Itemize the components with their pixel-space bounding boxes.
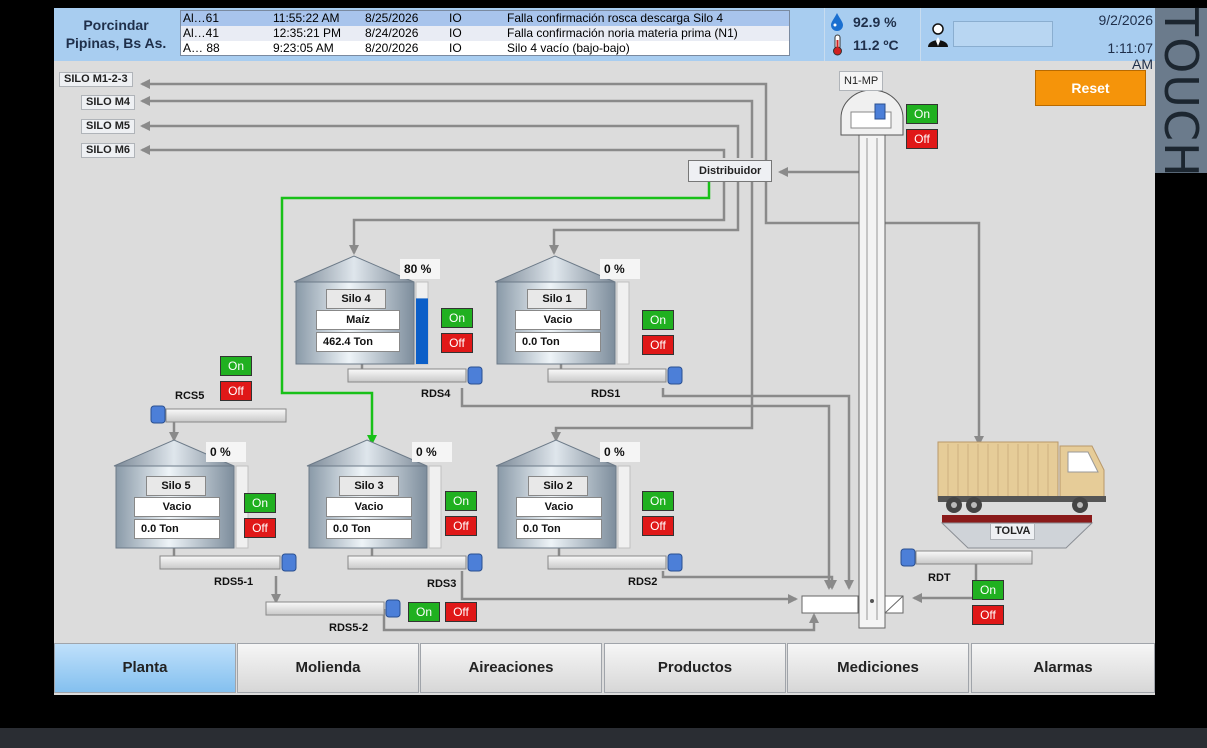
brand-text: TOUCH <box>1154 8 1207 178</box>
distributor[interactable]: Distribuidor <box>688 160 773 182</box>
silo-5-tons: 0.0 Ton <box>134 519 220 539</box>
rds1-label: RDS1 <box>591 388 621 400</box>
nav-alarmas[interactable]: Alarmas <box>971 643 1155 693</box>
brand-strip: TOUCH <box>1154 8 1207 178</box>
silo-4-percent: 80 % <box>400 259 440 279</box>
elevator-off-button[interactable]: Off <box>906 129 938 149</box>
conveyor-rcs5[interactable] <box>150 405 287 424</box>
silo-5-percent: 0 % <box>206 442 246 462</box>
silo-1-percent: 0 % <box>600 259 640 279</box>
nav-mediciones[interactable]: Mediciones <box>787 643 969 693</box>
rds2-label: RDS2 <box>628 576 658 588</box>
silo-4-on-button[interactable]: On <box>441 308 473 328</box>
silo-3-product: Vacio <box>326 497 412 517</box>
rds5-2-label: RDS5-2 <box>329 622 369 634</box>
silo-3-percent: 0 % <box>412 442 452 462</box>
rds5-2-off-button[interactable]: Off <box>445 602 477 622</box>
silo-5-off-button[interactable]: Off <box>244 518 276 538</box>
silo-5-name: Silo 5 <box>146 476 206 496</box>
silo-4-tons: 462.4 Ton <box>316 332 400 352</box>
tolva-label: TOLVA <box>990 523 1036 540</box>
silo-2-tons: 0.0 Ton <box>516 519 602 539</box>
dest-silo-m6[interactable]: SILO M6 <box>81 143 136 158</box>
silo-1-tons: 0.0 Ton <box>515 332 601 352</box>
conveyor-rds2[interactable] <box>547 553 683 572</box>
conveyor-rds5-1[interactable] <box>159 553 297 572</box>
silo-2-product: Vacio <box>516 497 602 517</box>
rds5-2-on-button[interactable]: On <box>408 602 440 622</box>
silo-3-tons: 0.0 Ton <box>326 519 412 539</box>
dest-silo-m4[interactable]: SILO M4 <box>81 95 136 110</box>
dest-silo-m1-2-3[interactable]: SILO M1-2-3 <box>59 72 133 87</box>
silo-5-product: Vacio <box>134 497 220 517</box>
conveyor-rds3[interactable] <box>347 553 483 572</box>
nav-aireaciones[interactable]: Aireaciones <box>420 643 602 693</box>
rcs5-label: RCS5 <box>175 390 205 402</box>
elevator-on-button[interactable]: On <box>906 104 938 124</box>
reset-button[interactable]: Reset <box>1035 70 1146 106</box>
rdt-on-button[interactable]: On <box>972 580 1004 600</box>
silo-2-on-button[interactable]: On <box>642 491 674 511</box>
silo-1-off-button[interactable]: Off <box>642 335 674 355</box>
conveyor-rds5-2[interactable] <box>265 599 401 618</box>
nav-molienda[interactable]: Molienda <box>237 643 419 693</box>
silo-3-name: Silo 3 <box>339 476 399 496</box>
nav-planta[interactable]: Planta <box>54 643 236 693</box>
silo-5-on-button[interactable]: On <box>244 493 276 513</box>
process-diagram <box>113 79 1106 632</box>
silo-2-name: Silo 2 <box>528 476 588 496</box>
rdt-label: RDT <box>928 572 951 584</box>
silo-3-on-button[interactable]: On <box>445 491 477 511</box>
silo-2-percent: 0 % <box>600 442 640 462</box>
silo-1-product: Vacio <box>515 310 601 330</box>
rcs5-on-button[interactable]: On <box>220 356 252 376</box>
elevator-n1-mp[interactable] <box>801 89 904 629</box>
conveyor-rdt[interactable] <box>900 548 1033 567</box>
bottom-navigation: Planta Molienda Aireaciones Productos Me… <box>54 641 1155 695</box>
rds5-1-label: RDS5-1 <box>214 576 254 588</box>
rcs5-off-button[interactable]: Off <box>220 381 252 401</box>
nav-productos[interactable]: Productos <box>604 643 786 693</box>
silo-1-name: Silo 1 <box>527 289 587 309</box>
silo-2-off-button[interactable]: Off <box>642 516 674 536</box>
rds3-label: RDS3 <box>427 578 457 590</box>
silo-4-name: Silo 4 <box>326 289 386 309</box>
rdt-off-button[interactable]: Off <box>972 605 1004 625</box>
elevator-label: N1-MP <box>839 71 884 91</box>
conveyor-rds4[interactable] <box>347 366 483 385</box>
silo-4-off-button[interactable]: Off <box>441 333 473 353</box>
hmi-screen: Porcindar Pipinas, Bs As. Al…61 11:55:22… <box>54 8 1155 695</box>
rds4-label: RDS4 <box>421 388 451 400</box>
silo-3-off-button[interactable]: Off <box>445 516 477 536</box>
silo-4-product: Maíz <box>316 310 400 330</box>
silo-1-on-button[interactable]: On <box>642 310 674 330</box>
truck-icon <box>937 441 1106 513</box>
conveyor-rds1[interactable] <box>547 366 683 385</box>
bezel-bottom <box>0 728 1207 748</box>
dest-silo-m5[interactable]: SILO M5 <box>81 119 136 134</box>
